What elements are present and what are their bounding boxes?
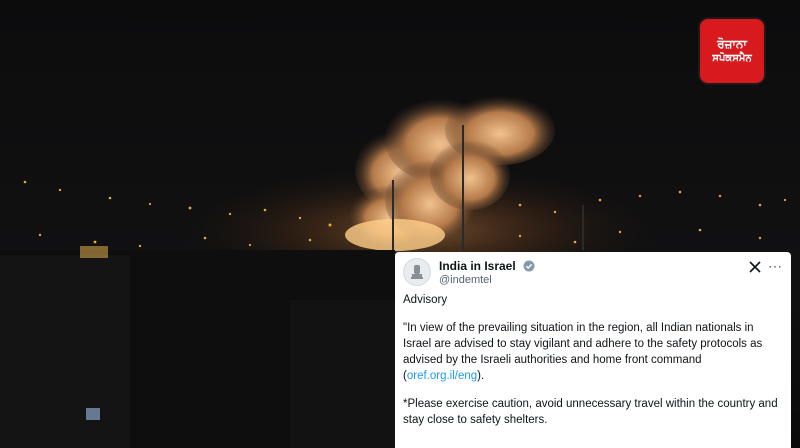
brand-logo: ਰੋਜ਼ਾਨਾ ਸਪੋਕਸਮੈਨ: [700, 19, 764, 83]
account-name[interactable]: India in Israel: [439, 259, 516, 273]
emblem-icon: [411, 265, 423, 279]
tweet-card: India in Israel @indemtel ⋯ Advisory "In…: [395, 252, 791, 448]
more-options-icon[interactable]: ⋯: [768, 258, 783, 275]
verified-badge-icon: [523, 260, 535, 272]
advisory-paragraph-2: *Please exercise caution, avoid unnecess…: [403, 398, 778, 426]
account-handle[interactable]: @indemtel: [439, 274, 492, 286]
paragraph-1-end: ).: [477, 370, 485, 382]
logo-line-1: ਰੋਜ਼ਾਨਾ: [717, 37, 747, 51]
tweet-body: Advisory "In view of the prevailing situ…: [403, 292, 781, 440]
advisory-title: Advisory: [403, 294, 448, 306]
advisory-paragraph-1: "In view of the prevailing situation in …: [403, 320, 781, 384]
news-image: ਰੋਜ਼ਾਨਾ ਸਪੋਕਸਮੈਨ India in Israel @indemt…: [0, 0, 800, 448]
emblem-avatar[interactable]: [403, 258, 431, 286]
logo-line-2: ਸਪੋਕਸਮੈਨ: [712, 53, 752, 64]
x-logo-icon[interactable]: [749, 261, 761, 273]
oref-link[interactable]: oref.org.il/eng: [407, 370, 477, 382]
tweet-header: India in Israel @indemtel ⋯: [403, 258, 783, 290]
